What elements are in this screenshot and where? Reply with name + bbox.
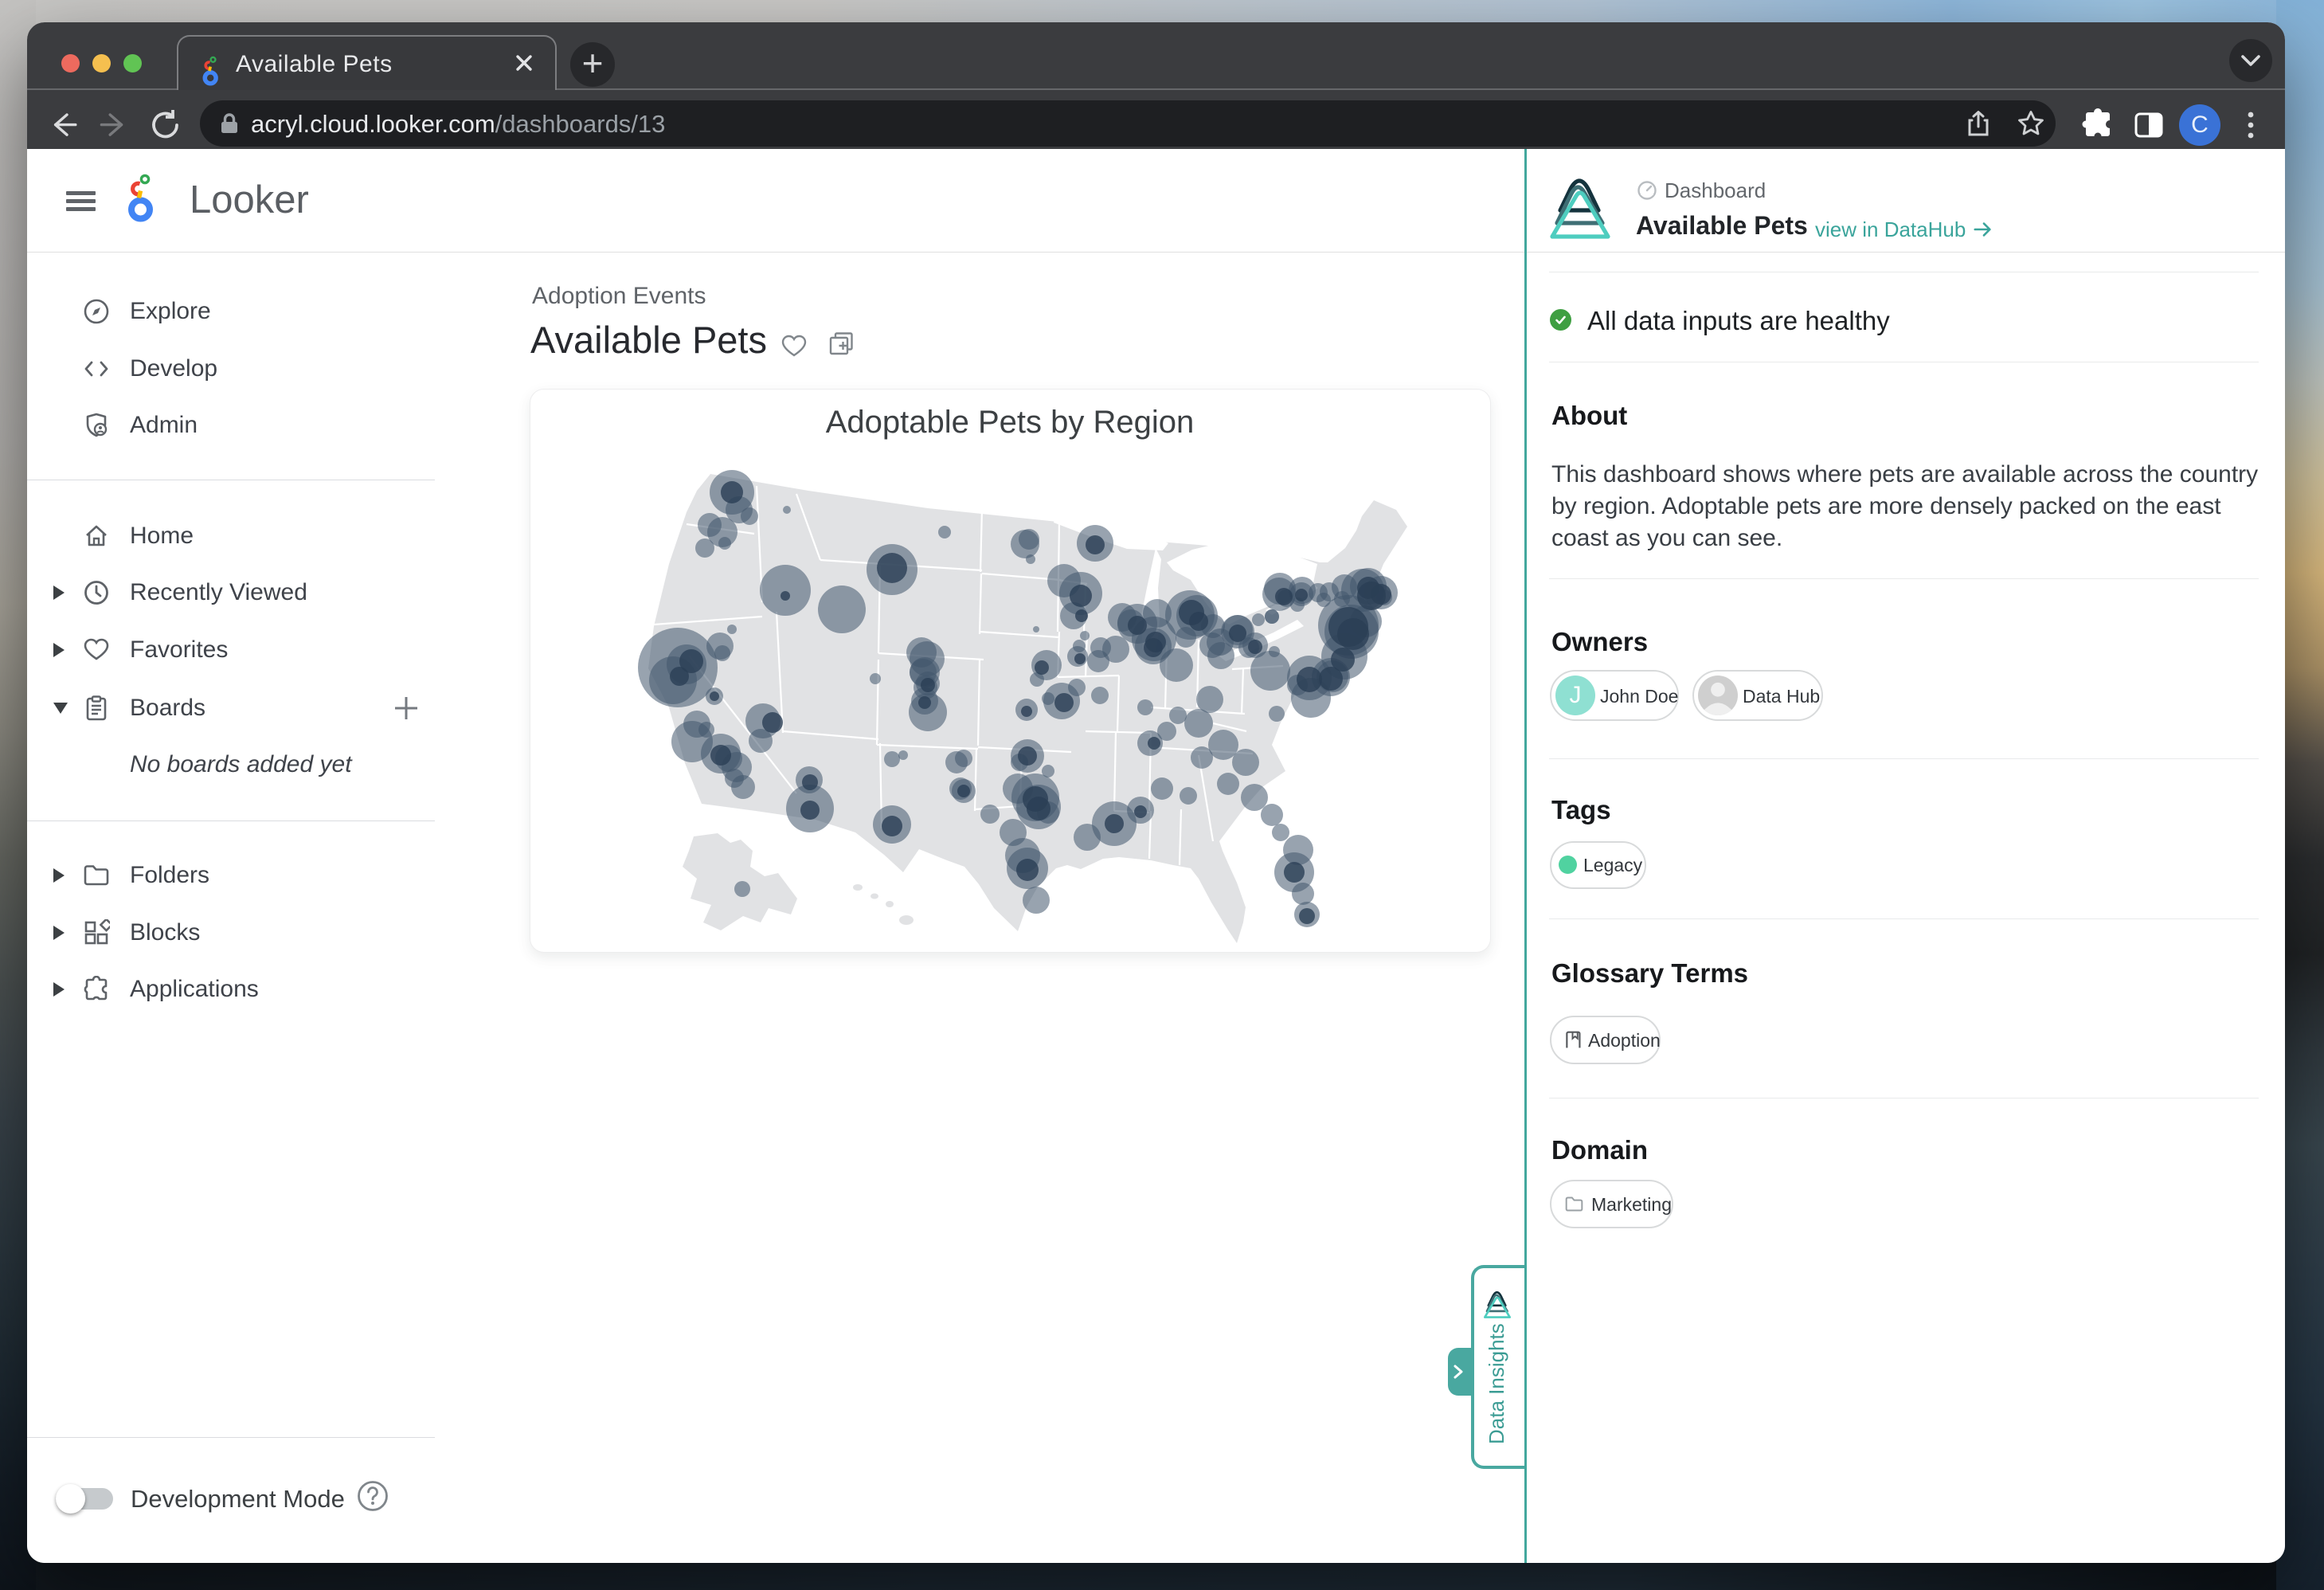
- svg-text:Adoptable Pets by Region: Adoptable Pets by Region: [826, 405, 1195, 440]
